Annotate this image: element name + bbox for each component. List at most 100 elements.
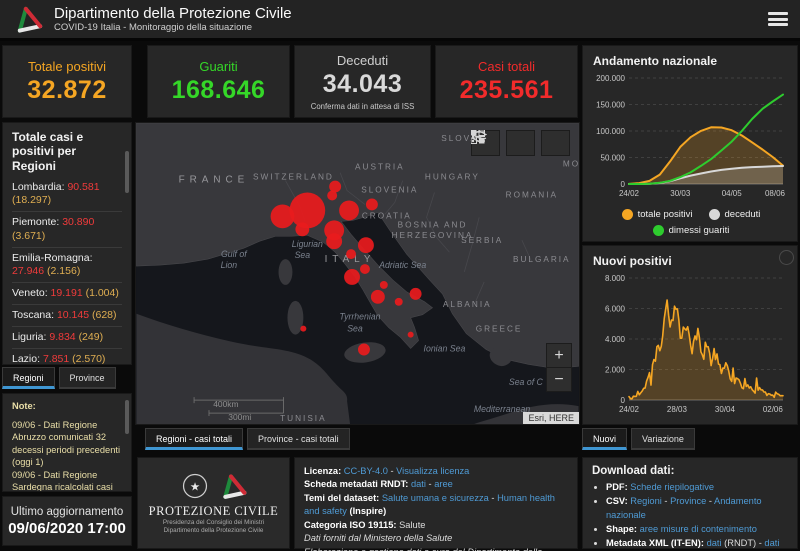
panel-options-icon[interactable]	[779, 250, 794, 265]
link[interactable]: aree	[434, 479, 453, 489]
link[interactable]: dati	[411, 479, 426, 489]
zoom-in-button[interactable]: +	[547, 344, 571, 367]
svg-text:24/02: 24/02	[619, 405, 640, 414]
link[interactable]: Schede riepilogative	[630, 482, 714, 492]
case-bubble[interactable]	[395, 298, 403, 306]
region-total: 9.834	[49, 331, 78, 343]
tab-nuovi[interactable]: Nuovi	[582, 428, 627, 450]
notes-scrollbar[interactable]	[125, 400, 129, 434]
download-panel: Download dati: PDF: Schede riepilogative…	[582, 457, 798, 549]
andamento-nazionale-panel: Andamento nazionale 050.000100.000150.00…	[582, 45, 798, 242]
svg-text:30/04: 30/04	[715, 405, 736, 414]
case-bubble[interactable]	[300, 326, 306, 332]
region-row: Emilia-Romagna: 27.946 (2.156)	[12, 247, 122, 282]
case-bubble[interactable]	[410, 288, 422, 300]
case-bubble[interactable]	[358, 237, 374, 253]
case-bubble[interactable]	[326, 233, 342, 249]
svg-text:100.000: 100.000	[596, 127, 625, 136]
layers-icon[interactable]	[506, 130, 535, 156]
link[interactable]: CC-BY-4.0	[344, 466, 388, 476]
link[interactable]: dati	[707, 538, 722, 548]
map-label: SLOVENIA	[361, 186, 418, 195]
legend-dot-icon	[622, 209, 633, 220]
region-row: Lombardia: 90.581 (18.297)	[12, 177, 122, 211]
map-corsica	[279, 259, 293, 285]
tab-province[interactable]: Province	[59, 367, 116, 389]
link[interactable]: Visualizza licenza	[396, 466, 469, 476]
map-label: Sea	[295, 250, 311, 260]
map-attribution[interactable]: Esri, HERE	[523, 412, 579, 424]
svg-text:30/03: 30/03	[670, 189, 691, 198]
legend-item[interactable]: dimessi guariti	[653, 225, 730, 236]
stat-value: 168.646	[172, 76, 266, 105]
case-bubble[interactable]	[366, 198, 378, 210]
regions-tabs: Regioni Province	[2, 367, 116, 389]
svg-text:0: 0	[621, 180, 626, 189]
footer-info-line: Elaborazione e gestione dati a cura del …	[304, 546, 568, 551]
hamburger-menu-icon[interactable]	[768, 12, 788, 26]
case-bubble[interactable]	[371, 290, 385, 304]
stat-guariti: Guariti 168.646	[147, 45, 290, 118]
link[interactable]: aree misure di contenimento	[640, 524, 757, 534]
footer-logo-name: PROTEZIONE CIVILE	[149, 504, 279, 519]
map-label: SWITZERLAND	[253, 173, 334, 182]
regions-panel-title: Totale casi e positivi per Regioni	[12, 130, 122, 173]
svg-text:2.000: 2.000	[605, 366, 626, 375]
region-name: Lombardia:	[12, 181, 67, 193]
link[interactable]: dati	[764, 538, 779, 548]
map-label: Sea	[347, 324, 363, 334]
case-bubble[interactable]	[408, 332, 414, 338]
case-bubble[interactable]	[289, 193, 325, 229]
link[interactable]: Province	[670, 496, 706, 506]
case-bubble[interactable]	[327, 191, 337, 201]
legend-item[interactable]: totale positivi	[622, 209, 693, 220]
regions-scrollbar[interactable]	[125, 151, 129, 193]
region-positives: (18.297)	[12, 194, 51, 206]
tab-map-province[interactable]: Province - casi totali	[247, 428, 350, 450]
header: Dipartimento della Protezione Civile COV…	[0, 0, 800, 41]
region-total: 7.851	[43, 353, 72, 365]
region-row: Lazio: 7.851 (2.570)	[12, 348, 122, 365]
case-bubble[interactable]	[380, 281, 388, 289]
notes-title: Note:	[12, 400, 122, 413]
stat-label: Totale positivi	[28, 59, 106, 74]
region-name: Toscana:	[12, 309, 57, 321]
map-label: HUNGARY	[425, 173, 480, 182]
case-bubble[interactable]	[344, 269, 360, 285]
region-name: Lazio:	[12, 353, 43, 365]
stat-totale-positivi: Totale positivi 32.872	[2, 45, 132, 118]
region-name: Veneto:	[12, 287, 51, 299]
tab-map-regioni[interactable]: Regioni - casi totali	[145, 428, 243, 450]
footer-logo-sub2: Dipartimento della Protezione Civile	[164, 527, 264, 536]
region-positives: (1.004)	[86, 287, 119, 299]
nuovi-positivi-panel: Nuovi positivi 02.0004.0006.0008.00024/0…	[582, 245, 798, 425]
case-bubble[interactable]	[339, 200, 359, 220]
svg-text:02/06: 02/06	[763, 405, 784, 414]
map-canvas[interactable]: SLOVAKIAMOFRANCESWITZERLANDAUSTRIAHUNGAR…	[136, 123, 579, 424]
note-line: 09/06 - Dati Regione Abruzzo comunicati …	[12, 419, 122, 469]
link[interactable]: Salute umana e sicurezza	[382, 493, 489, 503]
case-bubble[interactable]	[360, 264, 370, 274]
case-bubble[interactable]	[271, 204, 295, 228]
svg-text:08/06: 08/06	[765, 189, 786, 198]
basemap-icon[interactable]	[541, 130, 570, 156]
link[interactable]: Regioni	[630, 496, 662, 506]
case-bubble[interactable]	[346, 249, 356, 259]
download-item: Shape: aree misure di contenimento	[606, 523, 788, 537]
tab-variazione[interactable]: Variazione	[631, 428, 695, 450]
italy-map[interactable]: SLOVAKIAMOFRANCESWITZERLANDAUSTRIAHUNGAR…	[135, 122, 580, 425]
map-label: Sea of C	[509, 377, 544, 387]
map-label: Tyrrhenian	[339, 312, 380, 322]
legend-item[interactable]: deceduti	[709, 209, 761, 220]
protezione-civile-triangle-icon	[218, 471, 248, 501]
case-bubble[interactable]	[358, 344, 370, 356]
legend-dot-icon	[653, 225, 664, 236]
case-bubble[interactable]	[295, 222, 309, 236]
zoom-out-button[interactable]: −	[547, 367, 571, 391]
header-titles: Dipartimento della Protezione Civile COV…	[54, 5, 292, 33]
svg-text:6.000: 6.000	[605, 305, 626, 314]
tab-regioni[interactable]: Regioni	[2, 367, 55, 389]
region-positives: (628)	[92, 309, 117, 321]
last-update-value: 09/06/2020 17:00	[8, 520, 126, 537]
download-title: Download dati:	[592, 465, 788, 477]
